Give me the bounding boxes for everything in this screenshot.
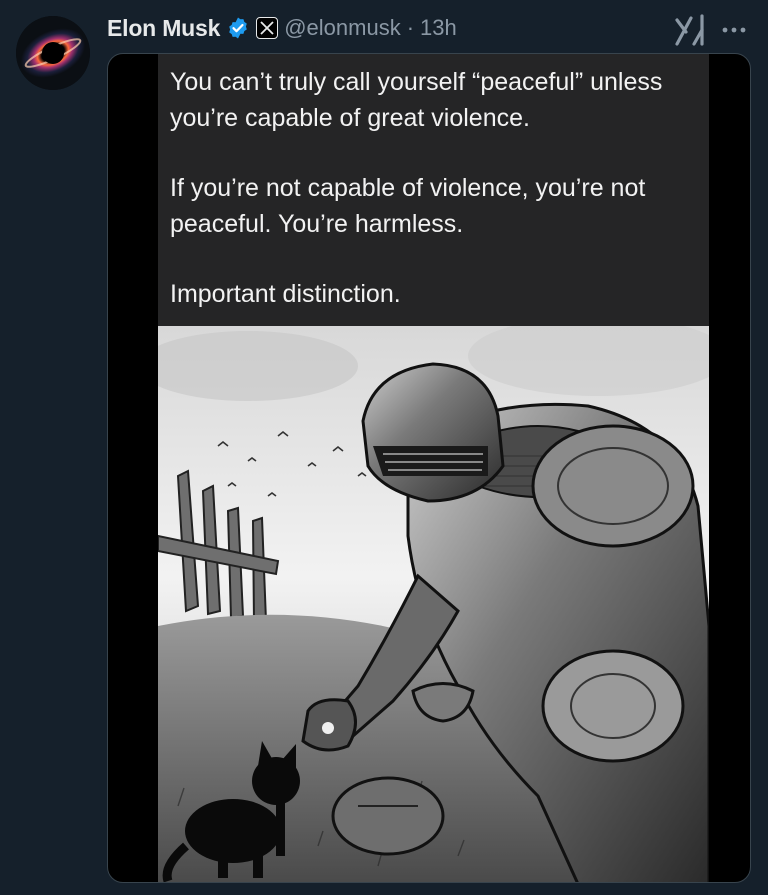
meme-line-3: Important distinction.	[170, 280, 401, 308]
author-handle[interactable]: @elonmusk	[284, 15, 401, 41]
tweet: Elon Musk @elonmusk · 13h You can’t trul…	[0, 0, 768, 895]
meme-line-1: You can’t truly call yourself “peaceful”…	[170, 68, 663, 132]
separator-dot: ·	[406, 15, 415, 40]
grok-icon[interactable]	[674, 14, 708, 46]
tweet-header: Elon Musk @elonmusk · 13h	[107, 10, 457, 46]
post-timestamp[interactable]: 13h	[420, 15, 457, 41]
meme-line-2: If you’re not capable of violence, you’r…	[170, 174, 646, 238]
author-avatar[interactable]	[16, 16, 90, 90]
x-logo-icon[interactable]	[256, 17, 279, 39]
post-media[interactable]: You can’t truly call yourself “peaceful”…	[107, 53, 751, 883]
meme-image: You can’t truly call yourself “peaceful”…	[158, 54, 709, 882]
verified-badge-icon	[229, 17, 248, 39]
more-options-icon[interactable]	[718, 14, 750, 46]
meme-caption: You can’t truly call yourself “peaceful”…	[170, 64, 700, 312]
black-hole-avatar-icon	[16, 16, 90, 90]
knight-and-kitten-illustration	[158, 326, 709, 882]
author-name[interactable]: Elon Musk	[107, 15, 220, 42]
